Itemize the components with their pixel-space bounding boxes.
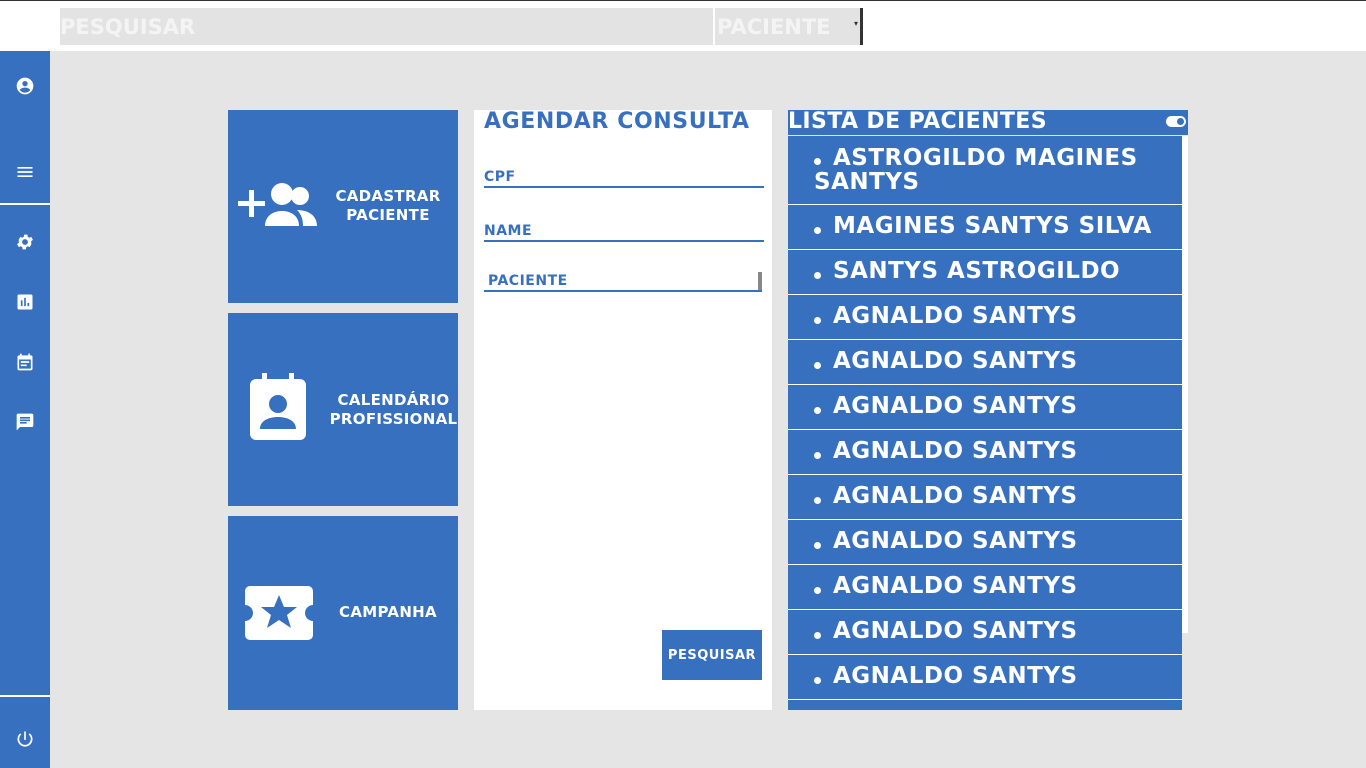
name-label: NAME — [484, 223, 533, 239]
list-item[interactable]: AGNALDO SANTYS — [788, 385, 1182, 430]
register-patient-label-line1: CADASTRAR — [335, 187, 441, 205]
list-item[interactable]: AGNALDO SANTYS — [788, 295, 1182, 340]
patient-list-title: LISTA DE PACIENTES — [788, 110, 1047, 134]
schedule-appointment-panel: AGENDAR CONSULTA CPF NAME PACIENTE PESQU… — [474, 109, 772, 710]
power-icon[interactable] — [13, 727, 37, 751]
type-select[interactable]: PACIENTE — [484, 272, 762, 292]
patient-name: ASTROGILDO MAGINES SANTYS — [814, 145, 1138, 195]
chart-icon[interactable] — [13, 290, 37, 314]
toggle-icon[interactable] — [1166, 116, 1186, 127]
campaign-label: CAMPANHA — [339, 603, 437, 621]
professional-calendar-label-line2: PROFISSIONAL — [329, 410, 458, 428]
contact-calendar-icon — [250, 373, 306, 440]
top-bar: PESQUISAR PACIENTE ▾ — [0, 0, 1366, 51]
chevron-down-icon: ▾ — [854, 19, 859, 28]
form-title: AGENDAR CONSULTA — [484, 109, 750, 134]
register-patient-label-line2: PACIENTE — [346, 206, 430, 224]
patient-name: MAGINES SANTYS SILVA — [833, 213, 1152, 239]
list-item[interactable]: AGNALDO SANTYS — [788, 565, 1182, 610]
calendar-icon[interactable] — [13, 350, 37, 374]
patient-list-header: LISTA DE PACIENTES — [788, 110, 1188, 135]
list-scrollbar[interactable] — [1182, 136, 1188, 633]
patient-name: AGNALDO SANTYS — [833, 528, 1078, 554]
patient-name: AGNALDO SANTYS — [833, 438, 1078, 464]
professional-calendar-label: CALENDÁRIO PROFISSIONAL — [326, 391, 461, 429]
list-item[interactable]: AGNALDO SANTYS — [788, 430, 1182, 475]
sidebar-divider — [0, 203, 50, 205]
list-item[interactable]: AGNALDO SANTYS — [788, 655, 1182, 700]
list-item[interactable]: AGNALDO SANTYS — [788, 520, 1182, 565]
register-patient-label: CADASTRAR PACIENTE — [328, 187, 448, 225]
patient-name: AGNALDO SANTYS — [833, 303, 1078, 329]
search-type-select[interactable]: PACIENTE ▾ — [715, 8, 863, 45]
sidebar — [0, 51, 50, 768]
type-select-value: PACIENTE — [488, 273, 568, 289]
add-group-icon — [238, 183, 317, 226]
search-button[interactable]: PESQUISAR — [662, 630, 762, 680]
list-item[interactable]: AGNALDO SANTYS — [788, 610, 1182, 655]
list-item[interactable] — [788, 700, 1182, 710]
menu-icon[interactable] — [13, 160, 37, 184]
search-input[interactable]: PESQUISAR — [60, 8, 713, 45]
list-item[interactable]: SANTYS ASTROGILDO — [788, 250, 1182, 295]
cpf-field[interactable]: CPF — [484, 168, 764, 188]
list-item[interactable]: AGNALDO SANTYS — [788, 340, 1182, 385]
chevron-down-icon — [758, 272, 762, 290]
professional-calendar-tile[interactable]: CALENDÁRIO PROFISSIONAL — [228, 313, 458, 506]
patient-name: AGNALDO SANTYS — [833, 618, 1078, 644]
gear-icon[interactable] — [13, 230, 37, 254]
patient-name: AGNALDO SANTYS — [833, 483, 1078, 509]
search-type-value: PACIENTE — [717, 14, 831, 39]
patient-name: SANTYS ASTROGILDO — [833, 258, 1121, 284]
name-field[interactable]: NAME — [484, 222, 764, 242]
patient-list[interactable]: ASTROGILDO MAGINES SANTYS MAGINES SANTYS… — [788, 136, 1182, 710]
account-circle-icon[interactable] — [13, 74, 37, 98]
patient-name: AGNALDO SANTYS — [833, 573, 1078, 599]
patient-name: AGNALDO SANTYS — [833, 348, 1078, 374]
patient-name: AGNALDO SANTYS — [833, 663, 1078, 689]
list-item[interactable]: MAGINES SANTYS SILVA — [788, 205, 1182, 250]
cpf-label: CPF — [484, 169, 516, 185]
list-item[interactable]: AGNALDO SANTYS — [788, 475, 1182, 520]
campaign-tile[interactable]: CAMPANHA — [228, 516, 458, 710]
ticket-star-icon — [245, 586, 313, 640]
sidebar-divider — [0, 695, 50, 697]
search-placeholder: PESQUISAR — [60, 14, 196, 39]
patient-name: AGNALDO SANTYS — [833, 393, 1078, 419]
chat-icon[interactable] — [13, 410, 37, 434]
professional-calendar-label-line1: CALENDÁRIO — [337, 391, 450, 409]
register-patient-tile[interactable]: CADASTRAR PACIENTE — [228, 110, 458, 303]
patient-list-panel: LISTA DE PACIENTES ASTROGILDO MAGINES SA… — [788, 110, 1188, 710]
list-item[interactable]: ASTROGILDO MAGINES SANTYS — [788, 136, 1182, 205]
